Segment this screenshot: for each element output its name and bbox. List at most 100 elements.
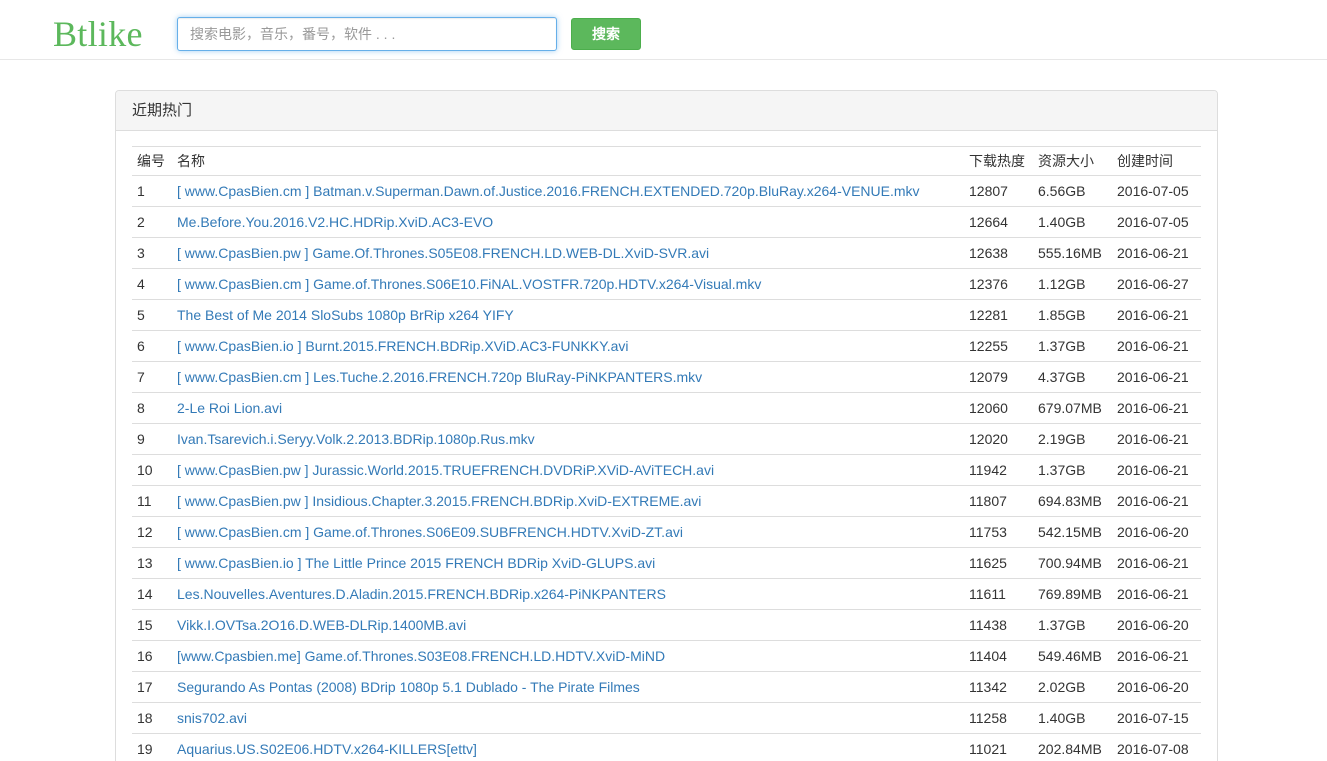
row-size: 2.02GB <box>1033 671 1112 703</box>
row-size: 1.12GB <box>1033 268 1112 300</box>
torrent-link[interactable]: [ www.CpasBien.cm ] Game.of.Thrones.S06E… <box>177 524 683 540</box>
top-navbar: Btlike 搜索 <box>0 0 1327 60</box>
torrent-link[interactable]: [www.Cpasbien.me] Game.of.Thrones.S03E08… <box>177 648 665 664</box>
table-row: 6 [ www.CpasBien.io ] Burnt.2015.FRENCH.B… <box>132 330 1201 362</box>
row-hotness: 11942 <box>964 454 1033 486</box>
row-name-cell: [ www.CpasBien.cm ] Game.of.Thrones.S06E… <box>172 268 964 300</box>
row-index: 6 <box>132 330 172 362</box>
row-created-date: 2016-06-20 <box>1112 609 1201 641</box>
row-hotness: 11342 <box>964 671 1033 703</box>
torrent-link[interactable]: [ www.CpasBien.cm ] Game.of.Thrones.S06E… <box>177 276 761 292</box>
search-button[interactable]: 搜索 <box>571 18 641 50</box>
search-input[interactable] <box>177 17 557 51</box>
hot-list-panel: 近期热门 编号 名称 下载热度 资源大小 创建时间 1 [ www.CpasBie… <box>115 90 1218 761</box>
table-row: 16 [www.Cpasbien.me] Game.of.Thrones.S03E… <box>132 640 1201 672</box>
row-size: 1.37GB <box>1033 454 1112 486</box>
row-name-cell: [ www.CpasBien.io ] Burnt.2015.FRENCH.BD… <box>172 330 964 362</box>
torrent-link[interactable]: [ www.CpasBien.io ] The Little Prince 20… <box>177 555 655 571</box>
row-size: 694.83MB <box>1033 485 1112 517</box>
row-index: 19 <box>132 733 172 761</box>
row-created-date: 2016-06-21 <box>1112 578 1201 610</box>
torrent-link[interactable]: snis702.avi <box>177 710 247 726</box>
row-created-date: 2016-06-21 <box>1112 299 1201 331</box>
table-row: 14 Les.Nouvelles.Aventures.D.Aladin.2015.… <box>132 578 1201 610</box>
row-created-date: 2016-06-20 <box>1112 516 1201 548</box>
row-hotness: 11404 <box>964 640 1033 672</box>
torrent-link[interactable]: [ www.CpasBien.pw ] Insidious.Chapter.3.… <box>177 493 701 509</box>
row-hotness: 11021 <box>964 733 1033 761</box>
row-name-cell: snis702.avi <box>172 702 964 734</box>
row-name-cell: [ www.CpasBien.cm ] Game.of.Thrones.S06E… <box>172 516 964 548</box>
table-row: 13 [ www.CpasBien.io ] The Little Prince … <box>132 547 1201 579</box>
torrent-link[interactable]: [ www.CpasBien.cm ] Les.Tuche.2.2016.FRE… <box>177 369 702 385</box>
row-index: 2 <box>132 206 172 238</box>
row-index: 1 <box>132 175 172 207</box>
torrent-link[interactable]: The Best of Me 2014 SloSubs 1080p BrRip … <box>177 307 514 323</box>
row-created-date: 2016-06-27 <box>1112 268 1201 300</box>
row-name-cell: [www.Cpasbien.me] Game.of.Thrones.S03E08… <box>172 640 964 672</box>
torrent-link[interactable]: Aquarius.US.S02E06.HDTV.x264-KILLERS[ett… <box>177 741 477 757</box>
row-index: 7 <box>132 361 172 393</box>
row-size: 700.94MB <box>1033 547 1112 579</box>
row-name-cell: Ivan.Tsarevich.i.Seryy.Volk.2.2013.BDRip… <box>172 423 964 455</box>
column-header-size: 资源大小 <box>1033 146 1112 176</box>
torrent-link[interactable]: 2-Le Roi Lion.avi <box>177 400 282 416</box>
row-created-date: 2016-07-08 <box>1112 733 1201 761</box>
table-row: 19 Aquarius.US.S02E06.HDTV.x264-KILLERS[e… <box>132 733 1201 761</box>
row-index: 18 <box>132 702 172 734</box>
row-index: 13 <box>132 547 172 579</box>
torrent-link[interactable]: Vikk.I.OVTsa.2O16.D.WEB-DLRip.1400MB.avi <box>177 617 466 633</box>
torrent-link[interactable]: [ www.CpasBien.cm ] Batman.v.Superman.Da… <box>177 183 920 199</box>
row-index: 15 <box>132 609 172 641</box>
torrent-link[interactable]: [ www.CpasBien.pw ] Jurassic.World.2015.… <box>177 462 714 478</box>
row-hotness: 12281 <box>964 299 1033 331</box>
row-hotness: 11753 <box>964 516 1033 548</box>
table-row: 8 2-Le Roi Lion.avi 12060 679.07MB 2016-06-2… <box>132 392 1201 424</box>
row-size: 679.07MB <box>1033 392 1112 424</box>
row-index: 16 <box>132 640 172 672</box>
torrent-link[interactable]: Les.Nouvelles.Aventures.D.Aladin.2015.FR… <box>177 586 666 602</box>
row-hotness: 12664 <box>964 206 1033 238</box>
torrent-link[interactable]: Segurando As Pontas (2008) BDrip 1080p 5… <box>177 679 640 695</box>
torrent-link[interactable]: Ivan.Tsarevich.i.Seryy.Volk.2.2013.BDRip… <box>177 431 535 447</box>
table-row: 18 snis702.avi 11258 1.40GB 2016-07-15 <box>132 702 1201 734</box>
row-name-cell: The Best of Me 2014 SloSubs 1080p BrRip … <box>172 299 964 331</box>
table-row: 11 [ www.CpasBien.pw ] Insidious.Chapter.… <box>132 485 1201 517</box>
row-name-cell: Vikk.I.OVTsa.2O16.D.WEB-DLRip.1400MB.avi <box>172 609 964 641</box>
table-row: 12 [ www.CpasBien.cm ] Game.of.Thrones.S0… <box>132 516 1201 548</box>
row-size: 555.16MB <box>1033 237 1112 269</box>
row-size: 4.37GB <box>1033 361 1112 393</box>
row-hotness: 11258 <box>964 702 1033 734</box>
table-row: 17 Segurando As Pontas (2008) BDrip 1080p… <box>132 671 1201 703</box>
row-created-date: 2016-07-15 <box>1112 702 1201 734</box>
row-name-cell: Me.Before.You.2016.V2.HC.HDRip.XviD.AC3-… <box>172 206 964 238</box>
torrent-link[interactable]: [ www.CpasBien.pw ] Game.Of.Thrones.S05E… <box>177 245 709 261</box>
row-name-cell: Les.Nouvelles.Aventures.D.Aladin.2015.FR… <box>172 578 964 610</box>
row-created-date: 2016-06-21 <box>1112 361 1201 393</box>
column-header-hotness: 下载热度 <box>964 146 1033 176</box>
table-header-row: 编号 名称 下载热度 资源大小 创建时间 <box>132 146 1201 176</box>
row-size: 1.40GB <box>1033 702 1112 734</box>
row-hotness: 12255 <box>964 330 1033 362</box>
table-row: 9 Ivan.Tsarevich.i.Seryy.Volk.2.2013.BDRi… <box>132 423 1201 455</box>
row-index: 8 <box>132 392 172 424</box>
row-created-date: 2016-06-21 <box>1112 423 1201 455</box>
table-row: 15 Vikk.I.OVTsa.2O16.D.WEB-DLRip.1400MB.a… <box>132 609 1201 641</box>
torrent-table: 编号 名称 下载热度 资源大小 创建时间 1 [ www.CpasBien.cm … <box>132 146 1201 761</box>
table-row: 3 [ www.CpasBien.pw ] Game.Of.Thrones.S05… <box>132 237 1201 269</box>
row-created-date: 2016-06-21 <box>1112 237 1201 269</box>
row-index: 5 <box>132 299 172 331</box>
table-row: 5 The Best of Me 2014 SloSubs 1080p BrRip… <box>132 299 1201 331</box>
row-hotness: 11625 <box>964 547 1033 579</box>
row-hotness: 12638 <box>964 237 1033 269</box>
row-name-cell: [ www.CpasBien.cm ] Les.Tuche.2.2016.FRE… <box>172 361 964 393</box>
row-size: 1.40GB <box>1033 206 1112 238</box>
site-logo[interactable]: Btlike <box>53 12 143 56</box>
torrent-link[interactable]: Me.Before.You.2016.V2.HC.HDRip.XviD.AC3-… <box>177 214 493 230</box>
table-row: 2 Me.Before.You.2016.V2.HC.HDRip.XviD.AC3… <box>132 206 1201 238</box>
row-hotness: 11807 <box>964 485 1033 517</box>
row-hotness: 11611 <box>964 578 1033 610</box>
torrent-link[interactable]: [ www.CpasBien.io ] Burnt.2015.FRENCH.BD… <box>177 338 629 354</box>
row-name-cell: [ www.CpasBien.cm ] Batman.v.Superman.Da… <box>172 175 964 207</box>
row-name-cell: Segurando As Pontas (2008) BDrip 1080p 5… <box>172 671 964 703</box>
